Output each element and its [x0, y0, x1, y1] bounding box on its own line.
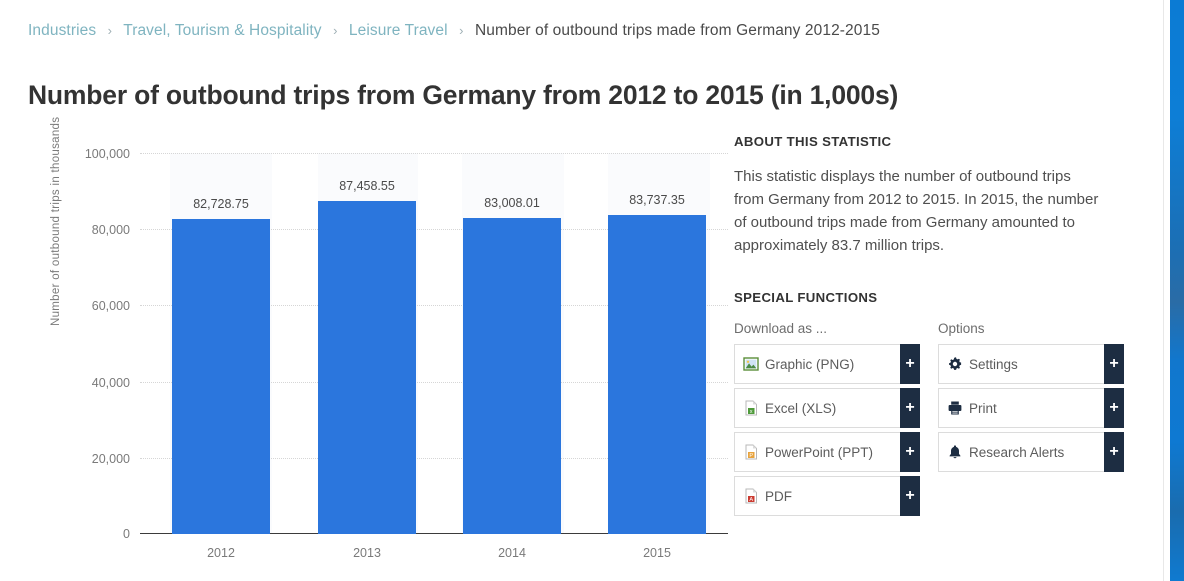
download-graphic-png-expand[interactable]: +: [900, 344, 920, 384]
download-column-label: Download as ...: [734, 321, 828, 336]
png-image-icon: [743, 357, 759, 371]
right-decorative-strip: [1170, 0, 1184, 581]
y-tick-label-100000: 100,000: [84, 147, 130, 161]
options-print-label: Print: [969, 400, 997, 416]
options-settings-button[interactable]: Settings +: [938, 344, 1124, 384]
bar-value-label-2012: 82,728.75: [193, 196, 249, 211]
download-powerpoint-ppt-main[interactable]: P PowerPoint (PPT): [734, 432, 900, 472]
y-axis-title: Number of outbound trips in thousands: [50, 116, 62, 326]
bar-2014[interactable]: 83,008.01 2014: [463, 196, 561, 560]
breadcrumb-item-travel-tourism-hospitality[interactable]: Travel, Tourism & Hospitality: [123, 22, 321, 39]
download-pdf-label: PDF: [765, 488, 792, 504]
bar-value-label-2013: 87,458.55: [339, 178, 395, 193]
ppt-file-icon: P: [745, 444, 757, 460]
breadcrumb-item-industries[interactable]: Industries: [28, 22, 96, 39]
svg-text:A: A: [749, 497, 753, 503]
page-right-gutter: [1163, 0, 1170, 581]
download-excel-xls-expand[interactable]: +: [900, 388, 920, 428]
bar-2015[interactable]: 83,737.35 2015: [608, 193, 706, 560]
pdf-file-icon: A: [745, 488, 757, 504]
options-print-expand[interactable]: +: [1104, 388, 1124, 428]
gear-icon: [949, 357, 962, 370]
options-research-alerts-main[interactable]: Research Alerts: [938, 432, 1104, 472]
y-tick-label-60000: 60,000: [91, 299, 130, 314]
y-tick-label-40000: 40,000: [91, 375, 130, 390]
svg-text:x: x: [750, 409, 753, 415]
download-graphic-png-label: Graphic (PNG): [765, 356, 855, 372]
download-excel-xls-main[interactable]: x Excel (XLS): [734, 388, 900, 428]
download-powerpoint-ppt-expand[interactable]: +: [900, 432, 920, 472]
svg-text:P: P: [749, 453, 753, 459]
y-tick-label-20000: 20,000: [91, 451, 130, 466]
x-tick-label-2012: 2012: [207, 546, 235, 560]
page-title: Number of outbound trips from Germany fr…: [28, 79, 899, 110]
options-print-button[interactable]: Print +: [938, 388, 1124, 428]
bar-2013[interactable]: 87,458.55 2013: [318, 179, 416, 560]
breadcrumb-item-current: Number of outbound trips made from Germa…: [474, 22, 880, 39]
options-settings-expand[interactable]: +: [1104, 344, 1124, 384]
options-research-alerts-expand[interactable]: +: [1104, 432, 1124, 472]
download-excel-xls-button[interactable]: x Excel (XLS) +: [734, 388, 920, 428]
download-graphic-png-main[interactable]: Graphic (PNG): [734, 344, 900, 384]
options-settings-main[interactable]: Settings: [938, 344, 1104, 384]
about-heading: ABOUT THIS STATISTIC: [734, 134, 892, 149]
download-graphic-png-button[interactable]: Graphic (PNG) +: [734, 344, 920, 384]
options-research-alerts-button[interactable]: Research Alerts +: [938, 432, 1124, 472]
plot-area: 100,000 80,000 60,000 40,000 20,000 0 82…: [85, 147, 728, 560]
main-content: Industries › Travel, Tourism & Hospitali…: [0, 0, 1163, 581]
special-functions-section: SPECIAL FUNCTIONS Download as ... Graphi…: [734, 290, 1124, 520]
download-pdf-expand[interactable]: +: [900, 476, 920, 516]
xls-file-icon: x: [745, 400, 757, 416]
about-this-statistic-section: ABOUT THIS STATISTIC This statistic disp…: [734, 134, 1124, 257]
breadcrumb-item-leisure-travel[interactable]: Leisure Travel: [349, 22, 448, 39]
breadcrumb: Industries › Travel, Tourism & Hospitali…: [28, 22, 880, 40]
options-research-alerts-label: Research Alerts: [969, 444, 1065, 460]
y-tick-label-0: 0: [123, 527, 130, 541]
bell-icon: [949, 445, 961, 459]
y-tick-label-80000: 80,000: [91, 223, 130, 238]
download-powerpoint-ppt-button[interactable]: P PowerPoint (PPT) +: [734, 432, 920, 472]
download-excel-xls-label: Excel (XLS): [765, 400, 837, 416]
special-functions-heading: SPECIAL FUNCTIONS: [734, 290, 878, 305]
breadcrumb-separator-icon: ›: [333, 23, 338, 38]
bar-chart: Number of outbound trips in thousands 10…: [28, 116, 728, 568]
download-column: Download as ... Graphic (PNG) + x Excel …: [734, 321, 920, 520]
options-column-label: Options: [938, 321, 985, 336]
sidebar: ABOUT THIS STATISTIC This statistic disp…: [734, 134, 1124, 520]
x-tick-label-2014: 2014: [498, 546, 526, 560]
x-tick-label-2013: 2013: [353, 546, 381, 560]
bar-value-label-2014: 83,008.01: [484, 195, 540, 210]
download-powerpoint-ppt-label: PowerPoint (PPT): [765, 444, 874, 460]
download-pdf-button[interactable]: A PDF +: [734, 476, 920, 516]
breadcrumb-separator-icon: ›: [107, 23, 113, 38]
about-text: This statistic displays the number of ou…: [734, 168, 1099, 254]
page-root: Industries › Travel, Tourism & Hospitali…: [0, 0, 1184, 581]
options-settings-label: Settings: [969, 356, 1018, 372]
x-tick-label-2015: 2015: [643, 546, 671, 560]
bar-2012[interactable]: 82,728.75 2012: [172, 197, 270, 560]
breadcrumb-separator-icon: ›: [459, 23, 464, 38]
options-column: Options Settings + Print + Research Aler…: [938, 321, 1124, 520]
bar-value-label-2015: 83,737.35: [629, 192, 685, 207]
options-print-main[interactable]: Print: [938, 388, 1104, 428]
download-pdf-main[interactable]: A PDF: [734, 476, 900, 516]
gridline-100000: 100,000: [85, 147, 728, 161]
printer-icon: [948, 401, 962, 415]
